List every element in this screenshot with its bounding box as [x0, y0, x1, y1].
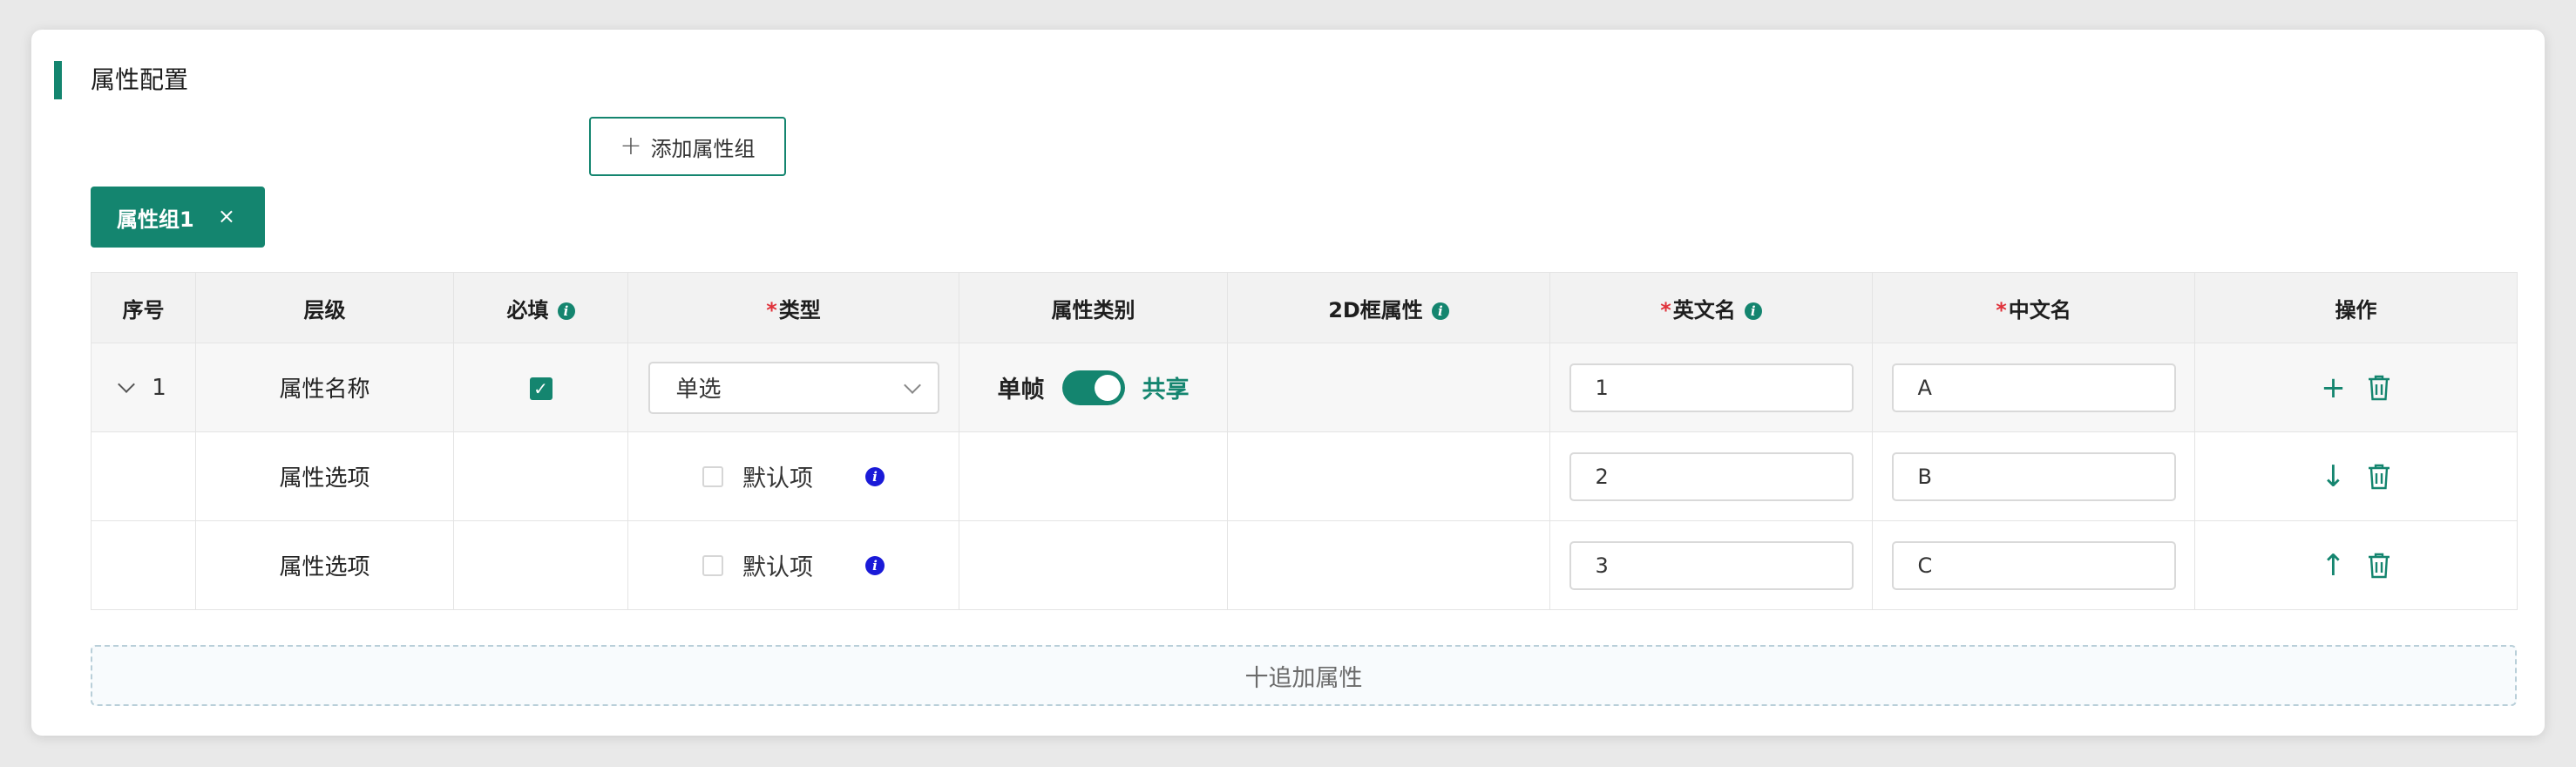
box2d-cell — [1227, 431, 1550, 521]
english-name-cell: 1 — [1549, 343, 1873, 432]
switch-left-label: 单帧 — [997, 377, 1045, 404]
close-icon[interactable]: × — [218, 204, 235, 228]
type-select[interactable]: 单选 — [647, 361, 939, 414]
trash-icon[interactable] — [2367, 374, 2391, 402]
required-asterisk: * — [766, 297, 777, 322]
header-category: 属性类别 — [959, 272, 1228, 343]
plus-icon: + — [620, 131, 642, 161]
chinese-name-input[interactable]: B — [1891, 451, 2176, 501]
row-index: 1 — [152, 374, 166, 401]
chevron-down-icon[interactable] — [118, 375, 136, 393]
tab-attribute-group-1[interactable]: 属性组1 × — [91, 187, 265, 248]
header-index: 序号 — [91, 272, 196, 343]
chinese-name-cell: B — [1872, 431, 2195, 521]
arrow-up-icon[interactable]: ↑ — [2321, 551, 2346, 580]
type-select-value: 单选 — [675, 377, 722, 403]
category-cell — [959, 520, 1228, 610]
required-cell: ✓ — [453, 343, 628, 432]
arrow-down-icon[interactable]: ↓ — [2321, 462, 2346, 492]
level-cell: 属性选项 — [195, 520, 454, 610]
info-icon[interactable]: i — [865, 555, 885, 575]
attribute-group-tab-label: 属性组1 — [117, 207, 194, 232]
level-cell: 属性选项 — [195, 431, 454, 521]
header-2d-box: 2D框属性 i — [1227, 272, 1550, 343]
box2d-cell — [1227, 343, 1550, 432]
default-checkbox[interactable] — [702, 465, 723, 487]
info-icon[interactable]: i — [865, 466, 885, 486]
default-checkbox[interactable] — [702, 554, 723, 576]
box2d-cell — [1227, 520, 1550, 610]
english-name-input[interactable]: 1 — [1569, 363, 1854, 412]
default-option-label: 默认项 — [742, 465, 813, 492]
header-actions: 操作 — [2194, 272, 2518, 343]
table-row: 属性选项 默认项 i 2 B ↓ — [91, 431, 2518, 521]
table-header-row: 序号 层级 必填 i *类型 属性类别 2D框属性 i *英文名 i *中文名 操作 — [91, 272, 2518, 343]
add-attribute-group-label: 添加属性组 — [650, 136, 756, 161]
english-name-input[interactable]: 3 — [1569, 540, 1854, 590]
category-cell: 单帧 共享 — [959, 343, 1228, 432]
header-chinese-name: *中文名 — [1872, 272, 2195, 343]
info-icon[interactable]: i — [1431, 302, 1449, 320]
required-checkbox[interactable]: ✓ — [529, 377, 552, 400]
level-cell: 属性名称 — [195, 343, 454, 432]
add-attribute-group-button[interactable]: + 添加属性组 — [589, 117, 786, 176]
actions-cell: ↑ — [2194, 520, 2518, 610]
required-cell — [453, 431, 628, 521]
attribute-table: 序号 层级 必填 i *类型 属性类别 2D框属性 i *英文名 i *中文名 操作 … — [91, 272, 2518, 610]
category-cell — [959, 431, 1228, 521]
trash-icon[interactable] — [2367, 463, 2391, 491]
default-option-label: 默认项 — [742, 554, 813, 581]
english-name-cell: 2 — [1549, 431, 1873, 521]
table-row: 属性选项 默认项 i 3 C ↑ — [91, 520, 2518, 610]
required-asterisk: * — [1996, 297, 2007, 322]
required-cell — [453, 520, 628, 610]
type-cell: 单选 — [627, 343, 959, 432]
index-cell — [91, 431, 196, 521]
info-icon[interactable]: i — [1744, 302, 1762, 320]
english-name-input[interactable]: 2 — [1569, 451, 1854, 501]
index-cell — [91, 520, 196, 610]
chevron-down-icon — [903, 376, 921, 394]
chinese-name-input[interactable]: A — [1891, 363, 2176, 412]
type-cell: 默认项 i — [627, 431, 959, 521]
info-icon[interactable]: i — [557, 302, 575, 320]
section-title: 属性配置 — [91, 65, 189, 94]
required-asterisk: * — [1660, 297, 1671, 322]
header-english-name: *英文名 i — [1549, 272, 1873, 343]
index-cell: 1 — [91, 343, 196, 432]
category-toggle[interactable] — [1061, 370, 1125, 405]
english-name-cell: 3 — [1549, 520, 1873, 610]
table-row: 1 属性名称 ✓ 单选 单帧 共享 1 A + — [91, 343, 2518, 432]
switch-right-label: 共享 — [1142, 377, 1190, 404]
actions-cell: ↓ — [2194, 431, 2518, 521]
header-level: 层级 — [195, 272, 454, 343]
header-required: 必填 i — [453, 272, 628, 343]
chinese-name-cell: C — [1872, 520, 2195, 610]
add-icon[interactable]: + — [2321, 373, 2346, 403]
type-cell: 默认项 i — [627, 520, 959, 610]
trash-icon[interactable] — [2367, 552, 2391, 580]
add-attribute-button[interactable]: 十追加属性 — [91, 645, 2517, 706]
header-type: *类型 — [627, 272, 959, 343]
actions-cell: + — [2194, 343, 2518, 432]
section-accent-bar — [54, 61, 62, 99]
chinese-name-cell: A — [1872, 343, 2195, 432]
chinese-name-input[interactable]: C — [1891, 540, 2176, 590]
